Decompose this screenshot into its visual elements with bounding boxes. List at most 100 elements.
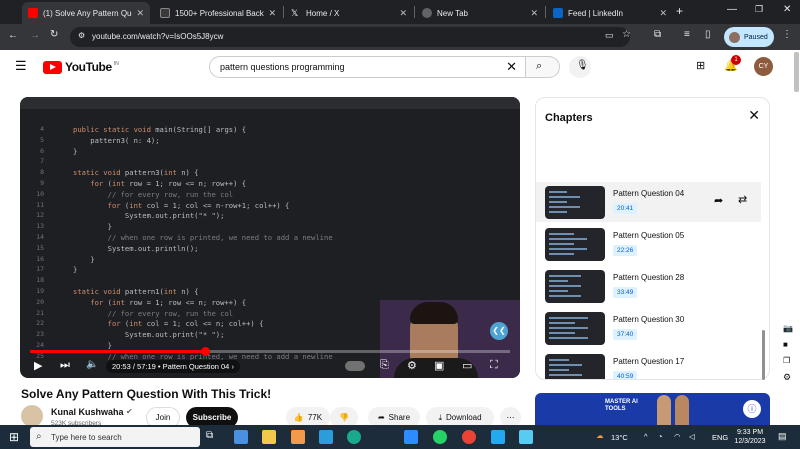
menu-kebab-icon[interactable]: ⋮ (782, 29, 792, 40)
chapter-item[interactable]: Pattern Question 17 40:59 (536, 350, 761, 379)
code-line: // for every row, run the col (107, 189, 234, 199)
tab-label: (1) Solve Any Pattern Questio (43, 8, 132, 18)
close-icon[interactable]: ✕ (659, 8, 667, 19)
minimize-icon[interactable]: — (727, 4, 737, 15)
network-icon[interactable]: ◔ (658, 432, 663, 441)
channel-avatar[interactable] (21, 405, 43, 427)
chapter-timestamp[interactable]: 20:41 (613, 203, 638, 214)
channel-name[interactable]: Kunal Kushwaha (51, 407, 124, 417)
close-icon[interactable]: ✕ (748, 107, 760, 124)
reload-icon[interactable]: ↻ (50, 29, 58, 40)
new-tab-icon[interactable]: + (676, 4, 683, 18)
search-input[interactable]: pattern questions programming ✕ (209, 56, 526, 78)
close-icon[interactable]: ✕ (530, 8, 538, 19)
account-avatar[interactable]: CY (754, 57, 773, 76)
play-icon[interactable]: ▶ (34, 359, 42, 372)
windows-start-icon[interactable]: ⊞ (9, 430, 19, 444)
close-icon[interactable]: ✕ (136, 8, 144, 19)
photos-icon[interactable] (234, 430, 248, 444)
info-icon[interactable]: ⓘ (743, 400, 761, 418)
volume-icon[interactable]: ◁ (689, 432, 695, 441)
notifications-icon[interactable]: ▤ (778, 431, 787, 442)
clear-search-icon[interactable]: ✕ (506, 59, 517, 75)
chapter-item[interactable]: Pattern Question 05 22:26 (536, 224, 761, 264)
cards-icon[interactable]: ❐ (783, 356, 790, 365)
side-panel-icon[interactable]: ▯ (705, 29, 711, 40)
thumbs-up-icon: 👍 (293, 413, 304, 422)
chapters-scrollbar[interactable] (762, 330, 765, 380)
cast-icon[interactable]: ▭ (605, 30, 614, 41)
close-window-icon[interactable]: ✕ (783, 4, 791, 15)
restore-icon[interactable]: ❐ (755, 4, 763, 15)
chevron-up-icon[interactable]: ^ (644, 432, 648, 441)
create-video-icon[interactable]: ⊞ (696, 59, 705, 72)
close-icon[interactable]: ✕ (399, 8, 407, 19)
volume-icon[interactable]: 🔈 (86, 359, 98, 370)
extensions-icon[interactable]: ⧉ (654, 29, 661, 40)
autoplay-toggle[interactable] (345, 361, 365, 371)
screen-app-icon[interactable] (519, 430, 533, 444)
video-player[interactable]: 4 5 6 7 8 9 10 11 12 13 14 15 16 17 18 19 20 21 22 23 24 25 p… (20, 97, 520, 378)
mail-icon[interactable] (291, 430, 305, 444)
chapter-timestamp[interactable]: 40:59 (613, 371, 638, 379)
video-camera-icon[interactable]: ■ (783, 340, 788, 349)
settings-icon[interactable]: ⚙ (783, 372, 791, 383)
share-icon[interactable]: ➦ (714, 194, 723, 207)
profile-paused-button[interactable]: Paused (724, 27, 774, 47)
page-scrollbar[interactable] (794, 52, 799, 92)
next-icon[interactable]: ⏭ (60, 359, 70, 372)
tab-new-tab[interactable]: New Tab ✕ (416, 2, 544, 24)
taskbar-search-input[interactable]: ⌕ Type here to search (30, 427, 200, 447)
voice-search-button[interactable]: 🎙 (569, 56, 591, 78)
zoom-icon[interactable] (404, 430, 418, 444)
language[interactable]: ENG (712, 433, 728, 442)
theater-mode-icon[interactable]: ▭ (462, 359, 472, 372)
progress-bar[interactable] (30, 347, 510, 356)
camera-icon[interactable]: 📷 (783, 324, 793, 333)
vscode-icon[interactable] (491, 430, 505, 444)
thumbnail-code-line (549, 211, 567, 213)
temperature[interactable]: 13°C (611, 433, 628, 442)
back-icon[interactable]: ← (8, 30, 18, 41)
tab-x[interactable]: 𝕏 Home / X ✕ (285, 2, 413, 24)
tab-linkedin[interactable]: Feed | LinkedIn ✕ (547, 2, 673, 24)
subtitles-icon[interactable]: ⎘ (380, 359, 389, 372)
chapter-item[interactable]: Pattern Question 28 33:49 (536, 266, 761, 306)
microsoft-store-icon[interactable] (319, 430, 333, 444)
chapter-item[interactable]: Pattern Question 30 37:40 (536, 308, 761, 348)
miniplayer-icon[interactable]: ▣ (434, 359, 444, 372)
collapse-arrows-icon[interactable]: ❮❮ (490, 322, 508, 340)
close-icon[interactable]: ✕ (268, 8, 276, 19)
task-view-icon[interactable]: ⧉ (206, 430, 220, 444)
whatsapp-icon[interactable] (433, 430, 447, 444)
search-button[interactable]: ⌕ (526, 56, 560, 78)
download-icon: ⤓ (438, 412, 442, 422)
clock[interactable]: 9:33 PM 12/3/2023 (732, 428, 768, 446)
paused-label: Paused (744, 33, 768, 41)
chapter-timestamp[interactable]: 22:26 (613, 245, 638, 256)
youtube-logo[interactable]: YouTube IN (43, 60, 119, 74)
tab-youtube[interactable]: (1) Solve Any Pattern Questio ✕ (22, 2, 150, 24)
chapter-thumbnail (545, 312, 605, 345)
chapter-item[interactable]: Pattern Question 04 20:41 ➦ ⇄ (536, 182, 761, 222)
hamburger-menu-icon[interactable]: ☰ (15, 58, 27, 74)
line-number: 9 (40, 179, 44, 187)
edge-icon[interactable] (347, 430, 361, 444)
ad-banner[interactable]: MASTER AI TOOLS ⓘ (535, 393, 770, 425)
chevron-right-icon: › (231, 362, 234, 371)
wifi-icon[interactable]: ◠ (674, 432, 681, 441)
address-bar[interactable]: ⚙ youtube.com/watch?v=IsOOs5J8ycw ▭ ☆ (70, 27, 631, 47)
file-explorer-icon[interactable] (262, 430, 276, 444)
time-display[interactable]: 20:53 / 57:19 • Pattern Question 04 › (106, 360, 240, 373)
chapter-timestamp[interactable]: 33:49 (613, 287, 638, 298)
settings-gear-icon[interactable]: ⚙ (407, 359, 417, 372)
tab-backgrounds[interactable]: 1500+ Professional Backgro ✕ (154, 2, 282, 24)
site-info-icon[interactable]: ⚙ (78, 31, 85, 40)
chapter-timestamp[interactable]: 37:40 (613, 329, 638, 340)
forward-icon[interactable]: → (30, 30, 40, 41)
fullscreen-icon[interactable]: ⛶ (490, 359, 498, 372)
loop-icon[interactable]: ⇄ (738, 193, 747, 206)
reading-list-icon[interactable]: ≡ (684, 29, 690, 40)
bookmark-star-icon[interactable]: ☆ (622, 29, 631, 40)
chrome-icon[interactable] (462, 430, 476, 444)
